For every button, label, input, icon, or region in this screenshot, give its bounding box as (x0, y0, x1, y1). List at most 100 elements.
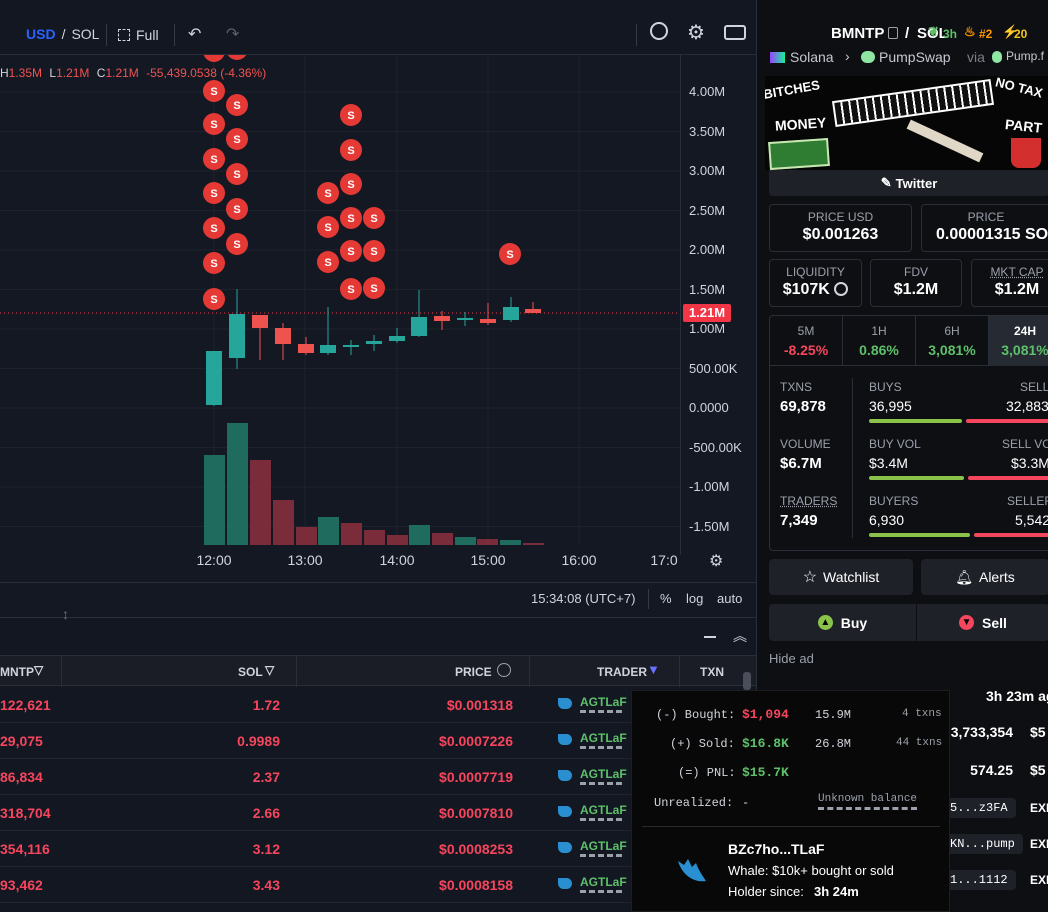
tab-label: 6H (944, 324, 960, 338)
price-chart[interactable]: S S S S S S S S S S S S S S S S S S S S S S S S S (0, 55, 756, 615)
sell-marker-label: S (210, 258, 217, 270)
whale-icon (558, 842, 572, 853)
trader-link[interactable]: AGTLaF (580, 767, 627, 781)
candle-body (389, 336, 405, 341)
undo-icon[interactable]: ↶ (188, 24, 201, 44)
col-txn[interactable]: TXN (700, 665, 724, 679)
collapse-icon[interactable]: ︽ (733, 626, 747, 646)
sell-marker-label: S (370, 283, 377, 295)
watchlist-button[interactable]: ☆ Watchlist (769, 559, 913, 595)
trader-underline (580, 746, 622, 749)
sell-button[interactable]: ▼ Sell (917, 604, 1048, 641)
trader-link[interactable]: AGTLaF (580, 803, 627, 817)
chain-link[interactable]: Solana (790, 49, 834, 65)
col-sol[interactable]: SOL (238, 665, 263, 679)
ohlc-h-label: H (0, 66, 9, 80)
log-toggle[interactable]: log (686, 591, 703, 606)
price-axis-tick: 4.00M (689, 84, 726, 99)
buy-button[interactable]: ▲ Buy (769, 604, 916, 641)
token-filter-icon[interactable]: ▽ (34, 663, 43, 677)
resize-handle-icon[interactable]: ↕ (62, 606, 69, 622)
volume-bar (477, 539, 498, 545)
trader-link[interactable]: AGTLaF (580, 839, 627, 853)
trader-filter-icon[interactable]: ▼ (647, 662, 660, 677)
percent-toggle[interactable]: % (660, 591, 672, 606)
timestamp: 15:34:08 (UTC+7) (531, 591, 636, 606)
copy-icon[interactable] (888, 27, 898, 39)
volume-bar (273, 500, 294, 545)
timeframe-tab[interactable]: 24H 3,081% (989, 316, 1048, 366)
trader-link[interactable]: AGTLaF (580, 731, 627, 745)
table-scrollbar[interactable] (743, 672, 751, 690)
price-currency-icon[interactable] (497, 663, 511, 677)
address-pill[interactable]: KN...pump (942, 834, 1023, 854)
pair-age: 3h (943, 27, 958, 41)
explorer-link[interactable]: EXP (1030, 837, 1048, 851)
arrow-up-icon: ▲ (817, 615, 833, 630)
trader-underline (580, 854, 622, 857)
auto-toggle[interactable]: auto (717, 591, 742, 606)
candle-body (275, 328, 291, 344)
txns-value: 69,878 (780, 398, 826, 415)
timeframe-tab[interactable]: 6H 3,081% (916, 316, 989, 366)
fullscreen-label: Full (136, 27, 159, 43)
volume-bar (227, 423, 248, 545)
timeframe-tab[interactable]: 5M -8.25% (770, 316, 843, 366)
sell-vol-value: $3.3M (1011, 455, 1048, 471)
trader-tooltip: (-) Bought: $1,094 15.9M 4 txns (+) Sold… (631, 690, 950, 912)
currency-usd-toggle[interactable]: USD (26, 26, 56, 42)
wallet-address[interactable]: BZc7ho...TLaF (728, 841, 824, 857)
sol-filter-icon[interactable]: ▽ (265, 663, 274, 677)
banner-text-2: MONEY (774, 114, 827, 134)
liquidity-value: $107K (770, 281, 861, 299)
chart-settings-icon[interactable]: ⚙ (709, 551, 723, 571)
twitter-button[interactable]: ✎ Twitter (769, 170, 1048, 196)
candle-body (525, 309, 541, 313)
chart-toolbar: USD / SOL Full ↶ ↷ ⚙ (0, 14, 756, 55)
hide-ad-link[interactable]: Hide ad (769, 651, 814, 666)
mcap-value: $1.2M (994, 281, 1040, 298)
price-usd-card: PRICE USD $0.001263 (769, 204, 912, 252)
col-divider (529, 656, 530, 687)
settings-gear-icon[interactable]: ⚙ (687, 20, 705, 45)
dex-link[interactable]: PumpSwap (879, 49, 951, 65)
fullscreen-button[interactable]: Full (118, 27, 159, 43)
trader-link[interactable]: AGTLaF (580, 695, 627, 709)
unrealized-value: - (742, 796, 750, 810)
trader-link[interactable]: AGTLaF (580, 875, 627, 889)
pnl-value: $15.7K (742, 765, 789, 780)
sell-marker-label: S (324, 222, 331, 234)
explorer-link[interactable]: EXP (1030, 801, 1048, 815)
whale-icon (678, 859, 706, 882)
alerts-button[interactable]: 🔔︎ Alerts (921, 559, 1048, 595)
via-link[interactable]: Pump.f (1006, 49, 1044, 63)
camera-icon[interactable] (724, 25, 746, 40)
candle-body (480, 319, 496, 323)
liquidity-amount: $107K (782, 281, 830, 298)
col-token-amount[interactable]: MNTP (0, 665, 34, 679)
price-axis-tick: 0.0000 (689, 400, 729, 415)
sell-vol-label: SELL VOL (1002, 437, 1048, 451)
col-price[interactable]: PRICE (455, 665, 492, 679)
whale-description: Whale: $10k+ bought or sold (728, 863, 894, 878)
address-pill[interactable]: 5...z3FA (942, 798, 1016, 818)
sell-marker-label: S (347, 246, 354, 258)
currency-sol-toggle[interactable]: SOL (71, 26, 99, 42)
buy-vol-value: $3.4M (869, 455, 908, 471)
token-amount: 318,704 (0, 805, 51, 821)
tab-change: 3,081% (1001, 342, 1048, 358)
pumpswap-icon (861, 51, 875, 63)
address-pill[interactable]: 1...1112 (942, 870, 1016, 890)
sellers-value: 5,542 (1015, 512, 1048, 528)
pair-age-ago: 3h 23m ag (986, 688, 1048, 704)
volume-bar (250, 460, 271, 545)
ohlc-l-value: 1.21M (56, 66, 90, 80)
solana-icon (770, 52, 785, 63)
volume-bar (432, 533, 453, 545)
minimize-icon[interactable] (704, 636, 716, 638)
indicator-clock-icon[interactable] (650, 22, 668, 40)
explorer-link[interactable]: EXP (1030, 873, 1048, 887)
timeframe-tab[interactable]: 1H 0.86% (843, 316, 916, 366)
token-banner: BITCHES MONEY NO TAX PART (765, 76, 1048, 170)
col-trader[interactable]: TRADER (597, 665, 647, 679)
